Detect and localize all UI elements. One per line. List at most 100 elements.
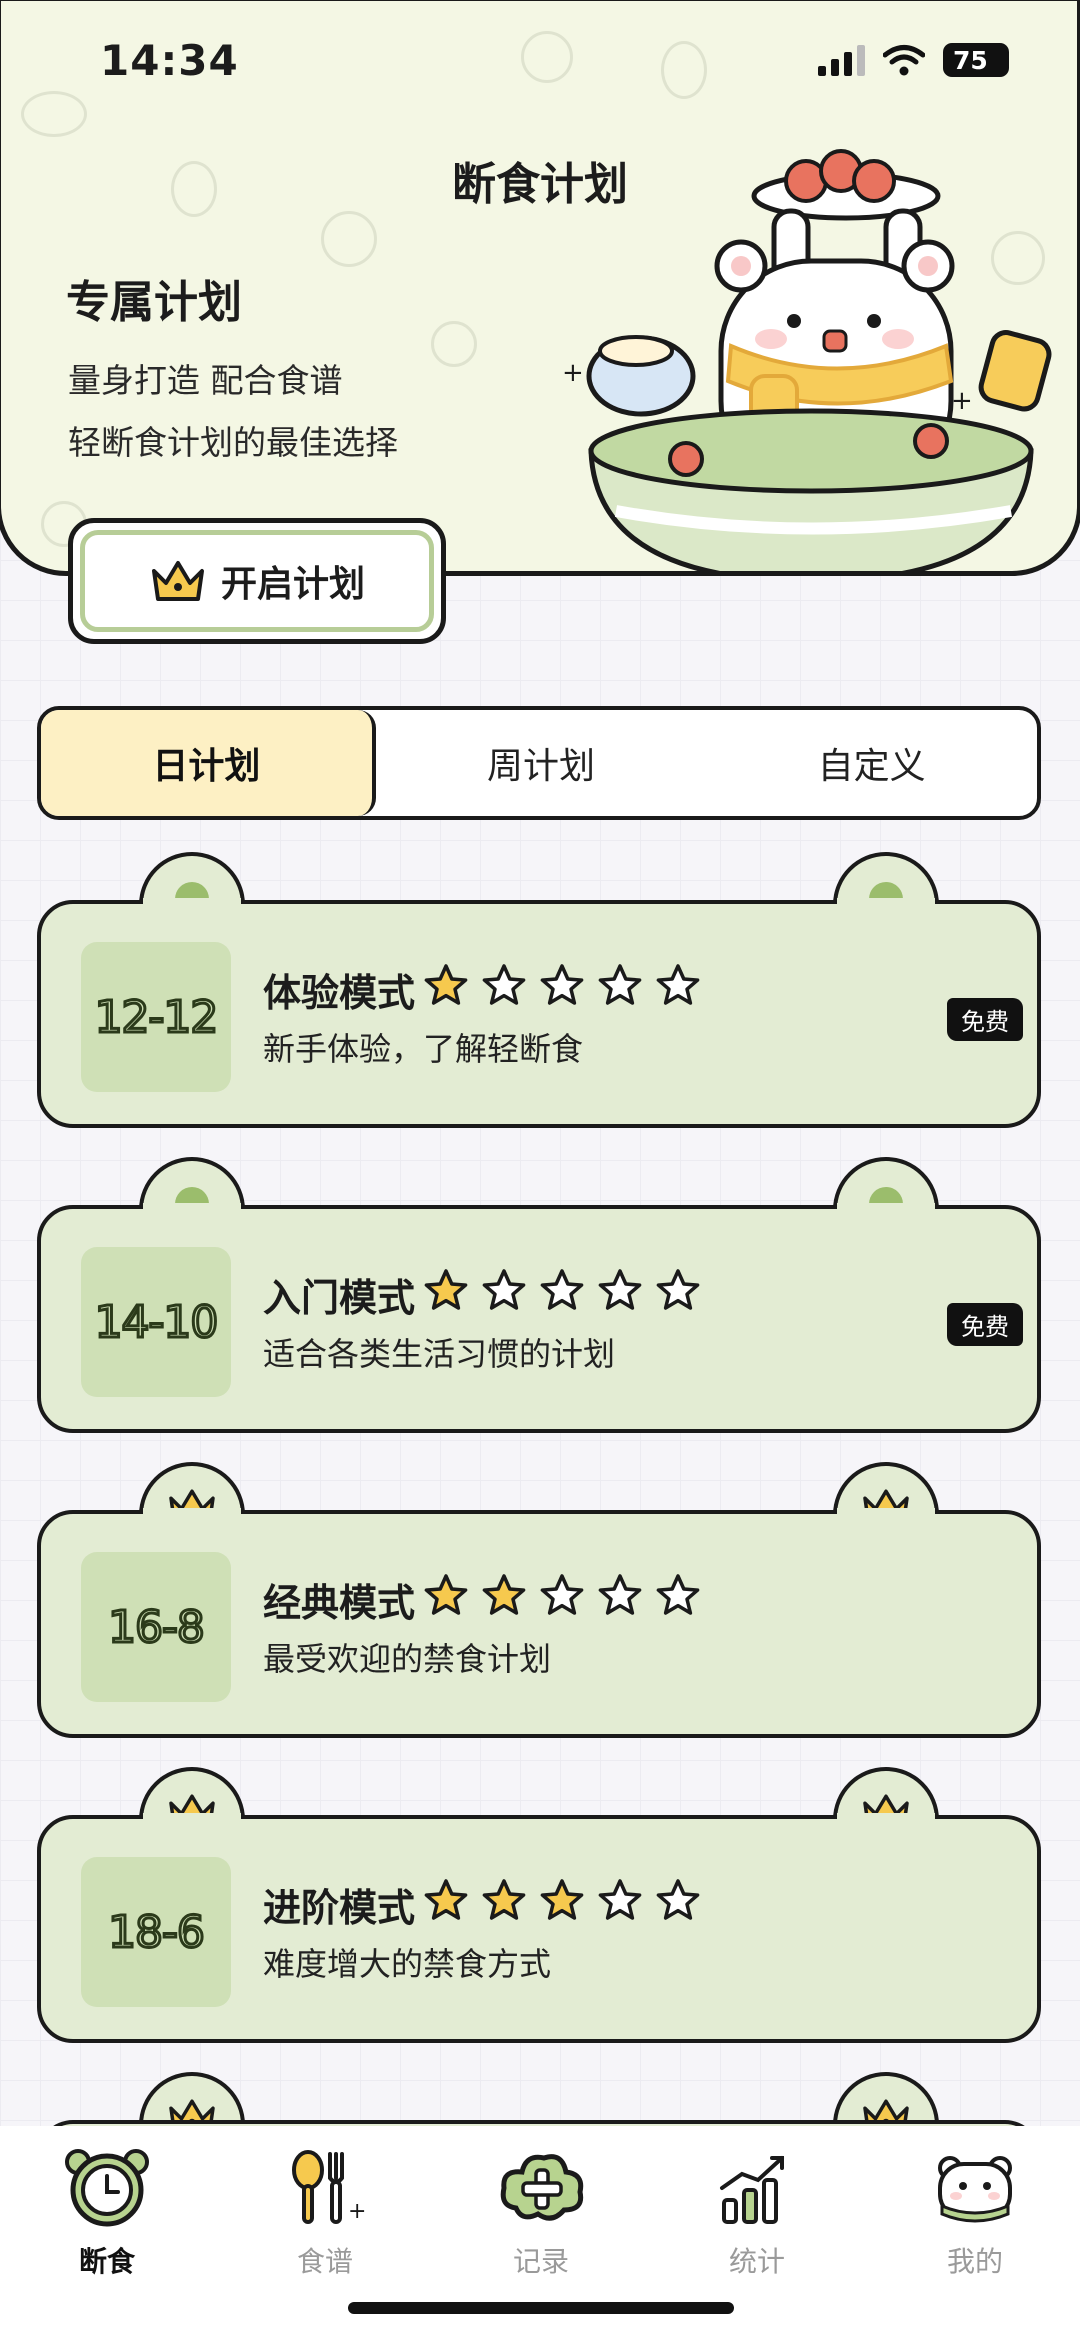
plan-ratio: 18-6: [107, 1905, 207, 1959]
star-empty-icon: [655, 1878, 701, 1931]
tab-joint: [143, 1508, 241, 1518]
plan-card-body: 14-10 入门模式 适合各类生活习惯的计划 免费: [37, 1205, 1041, 1433]
star-filled-icon: [481, 1573, 527, 1626]
plan-card-partial[interactable]: [37, 2072, 1041, 2160]
status-icons: 75: [818, 42, 1009, 78]
hero-subtitle-line1: 量身打造 配合食谱: [68, 361, 343, 400]
star-empty-icon: [597, 1268, 643, 1321]
free-badge: 免费: [947, 998, 1023, 1041]
star-empty-icon: [481, 963, 527, 1016]
svg-text:+: +: [348, 2199, 366, 2224]
star-filled-icon: [423, 1878, 469, 1931]
plan-title-row: 体验模式: [263, 962, 701, 1017]
star-empty-icon: [481, 1268, 527, 1321]
wifi-icon: [883, 45, 925, 76]
nav-label: 食谱: [296, 2245, 353, 2278]
star-filled-icon: [423, 963, 469, 1016]
plan-description: 适合各类生活习惯的计划: [263, 1335, 616, 1373]
plan-ratio-tile: 14-10: [81, 1247, 231, 1397]
plan-name: 体验模式: [263, 971, 416, 1015]
nav-label: 统计: [728, 2245, 785, 2278]
plan-ratio: 16-8: [107, 1600, 207, 1654]
nav-item-1[interactable]: + 食谱: [250, 2148, 400, 2280]
nav-label: 记录: [512, 2245, 569, 2278]
star-empty-icon: [597, 1573, 643, 1626]
nav-item-2[interactable]: 记录: [466, 2148, 616, 2280]
tab-joint: [143, 898, 241, 908]
tab-joint: [837, 1813, 935, 1823]
difficulty-stars: [423, 1878, 701, 1931]
star-filled-icon: [423, 1573, 469, 1626]
doodle-leaf-icon: [21, 91, 87, 137]
plan-title-row: 入门模式: [263, 1267, 701, 1322]
plus-cloud-icon: [496, 2148, 586, 2232]
plan-ratio-tile: 16-8: [81, 1552, 231, 1702]
plan-description: 新手体验，了解轻断食: [263, 1030, 584, 1068]
plan-ratio-tile: 18-6: [81, 1857, 231, 2007]
star-empty-icon: [539, 1268, 585, 1321]
difficulty-stars: [423, 1268, 701, 1321]
plan-description: 最受欢迎的禁食计划: [263, 1640, 552, 1678]
plan-ratio: 12-12: [93, 990, 220, 1044]
difficulty-stars: [423, 963, 701, 1016]
plan-type-tabs: 日计划 周计划 自定义: [37, 706, 1041, 820]
hero-subtitle-line2: 轻断食计划的最佳选择: [68, 423, 398, 462]
plan-name: 进阶模式: [263, 1886, 416, 1930]
free-badge: 免费: [947, 1303, 1023, 1346]
battery-icon: 75: [943, 43, 1009, 77]
tab-daily-plan[interactable]: 日计划: [41, 710, 376, 816]
plan-card[interactable]: 14-10 入门模式 适合各类生活习惯的计划 免费: [37, 1157, 1041, 1437]
star-filled-icon: [481, 1878, 527, 1931]
nav-item-0[interactable]: 断食: [32, 2148, 182, 2280]
plan-card[interactable]: 12-12 体验模式 新手体验，了解轻断食 免费: [37, 852, 1041, 1132]
tab-weekly-plan[interactable]: 周计划: [376, 710, 707, 816]
nav-item-3[interactable]: 统计: [682, 2148, 832, 2280]
tab-joint: [837, 1203, 935, 1213]
spoon-fork-icon: +: [280, 2148, 370, 2232]
status-time: 14:34: [100, 36, 239, 85]
bar-chart-icon: [712, 2148, 802, 2232]
bear-face-icon: [930, 2148, 1020, 2232]
page-title: 断食计划: [452, 159, 628, 210]
plan-title-row: 经典模式: [263, 1572, 701, 1627]
plan-card[interactable]: 18-6 进阶模式 难度增大的禁食方式: [37, 1767, 1041, 2047]
star-empty-icon: [655, 1573, 701, 1626]
hero-title: 专属计划: [66, 277, 242, 328]
star-empty-icon: [539, 963, 585, 1016]
plan-card-body: 16-8 经典模式 最受欢迎的禁食计划: [37, 1510, 1041, 1738]
star-empty-icon: [597, 963, 643, 1016]
doodle-fruit-icon: [431, 321, 477, 367]
svg-text:+: +: [562, 358, 584, 388]
nav-label: 断食: [78, 2245, 135, 2278]
doodle-tomato-icon: [321, 211, 377, 267]
plan-name: 入门模式: [263, 1276, 416, 1320]
plan-card-body: 18-6 进阶模式 难度增大的禁食方式: [37, 1815, 1041, 2043]
plan-name: 经典模式: [263, 1581, 416, 1625]
plan-card[interactable]: 16-8 经典模式 最受欢迎的禁食计划: [37, 1462, 1041, 1742]
plan-card-body: 12-12 体验模式 新手体验，了解轻断食 免费: [37, 900, 1041, 1128]
plan-ratio: 14-10: [93, 1295, 220, 1349]
nav-label: 我的: [946, 2245, 1003, 2278]
alarm-clock-bear-icon: [62, 2148, 152, 2232]
tab-joint: [837, 898, 935, 908]
star-empty-icon: [655, 963, 701, 1016]
doodle-fruit-icon: [521, 31, 573, 83]
star-empty-icon: [539, 1573, 585, 1626]
plan-description: 难度增大的禁食方式: [263, 1945, 552, 1983]
nav-item-4[interactable]: 我的: [900, 2148, 1050, 2280]
crown-icon: [151, 561, 204, 601]
plan-title-row: 进阶模式: [263, 1877, 701, 1932]
home-indicator: [348, 2302, 734, 2314]
tab-custom[interactable]: 自定义: [706, 710, 1037, 816]
star-filled-icon: [539, 1878, 585, 1931]
plan-ratio-tile: 12-12: [81, 942, 231, 1092]
start-plan-button[interactable]: 开启计划: [68, 518, 446, 644]
tab-joint: [837, 1508, 935, 1518]
star-empty-icon: [655, 1268, 701, 1321]
start-plan-label: 开启计划: [220, 563, 365, 605]
doodle-strawberry-icon: [661, 41, 707, 99]
svg-text:+: +: [951, 386, 973, 416]
star-filled-icon: [423, 1268, 469, 1321]
signal-icon: [818, 44, 865, 76]
difficulty-stars: [423, 1573, 701, 1626]
